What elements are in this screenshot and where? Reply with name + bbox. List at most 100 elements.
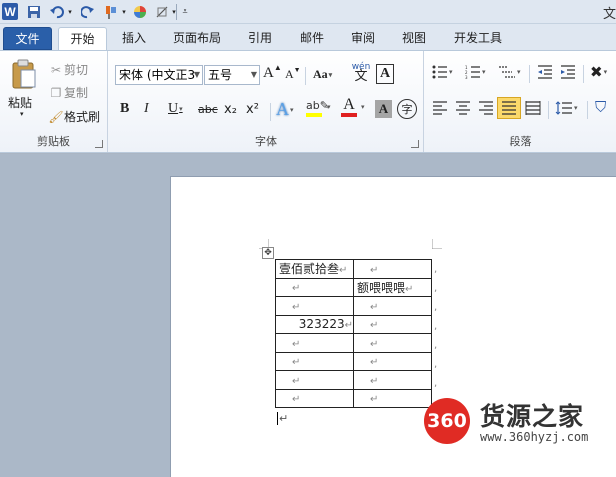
- font-color-button[interactable]: A: [341, 97, 357, 117]
- watermark: 360 货源之家 www.360hyzj.com: [424, 394, 616, 450]
- decrease-indent-button[interactable]: [537, 65, 553, 79]
- font-name-value: 宋体 (中文正3: [119, 68, 196, 82]
- table-move-handle-icon[interactable]: ✥: [262, 247, 274, 259]
- multilevel-list-button[interactable]: ▾: [498, 65, 521, 79]
- tab-review[interactable]: 审阅: [343, 27, 383, 50]
- paragraph-mark: ↵: [277, 412, 289, 425]
- clipboard-group: 粘贴 ▾ ✂ 剪切 ❐ 复制 🖌 格式刷 剪贴板: [0, 51, 108, 152]
- word-logo-icon[interactable]: W: [2, 3, 18, 20]
- save-icon[interactable]: [26, 3, 42, 20]
- text-effects-button[interactable]: A ▾: [276, 99, 294, 120]
- ribbon-tabs: 文件 开始 插入 页面布局 引用 邮件 审阅 视图 开发工具: [0, 24, 616, 50]
- cell-end-mark: ↵: [370, 375, 379, 387]
- tab-view[interactable]: 视图: [394, 27, 434, 50]
- copy-button[interactable]: ❐ 复制: [48, 84, 88, 101]
- numbering-button[interactable]: 1 2 3 ▾: [465, 65, 486, 79]
- table-cell[interactable]: ↵: [275, 370, 354, 390]
- customize-qat-icon[interactable]: ⩡: [180, 3, 190, 20]
- highlight-dropdown-icon[interactable]: ▾: [327, 103, 331, 111]
- line-spacing-button[interactable]: ▾: [555, 101, 578, 115]
- cell-end-mark: ↵: [370, 338, 379, 350]
- grow-font-button[interactable]: A ▲: [263, 63, 282, 82]
- undo-dropdown-icon[interactable]: ▾: [66, 3, 74, 20]
- tab-home[interactable]: 开始: [58, 27, 107, 50]
- cell-end-mark: ↵: [405, 283, 414, 295]
- table-cell[interactable]: ↵: [353, 370, 432, 390]
- paste-icon[interactable]: [8, 57, 40, 91]
- color-wheel-icon[interactable]: [132, 3, 148, 20]
- tab-file[interactable]: 文件: [3, 27, 52, 50]
- table-cell[interactable]: ↵: [275, 277, 354, 297]
- watermark-badge: 360: [424, 398, 470, 444]
- font-name-combo[interactable]: 宋体 (中文正3 ▼: [115, 65, 203, 85]
- char-border-button[interactable]: A: [376, 64, 394, 84]
- table-cell[interactable]: ↵: [275, 388, 354, 408]
- table-cell[interactable]: 壹佰贰拾叁↵: [275, 259, 354, 279]
- paste-dropdown-icon[interactable]: ▾: [20, 110, 24, 118]
- shrink-font-button[interactable]: A ▼: [285, 66, 301, 82]
- bullets-button[interactable]: ▾: [432, 65, 453, 79]
- paste-button-label[interactable]: 粘贴: [8, 94, 32, 111]
- format-icon[interactable]: [102, 3, 120, 20]
- change-case-button[interactable]: Aa ▾: [313, 67, 332, 82]
- table-cell[interactable]: ↵: [353, 259, 432, 279]
- tab-page-layout[interactable]: 页面布局: [165, 27, 229, 50]
- format-dropdown-icon[interactable]: ▾: [120, 3, 128, 20]
- text-effects-icon: A: [276, 99, 289, 119]
- superscript-button[interactable]: x²: [246, 102, 259, 117]
- underline-button[interactable]: U ▾: [168, 101, 183, 117]
- bold-button[interactable]: B: [120, 101, 129, 117]
- table-cell[interactable]: 323223↵: [275, 314, 354, 334]
- highlight-color-bar: [306, 113, 322, 117]
- cut-button[interactable]: ✂ 剪切: [48, 61, 88, 78]
- shading-button[interactable]: ⛉: [595, 98, 606, 116]
- table-cell[interactable]: ↵: [353, 388, 432, 408]
- clipboard-group-label: 剪贴板: [37, 135, 70, 148]
- align-center-button[interactable]: [455, 101, 471, 115]
- table-cell[interactable]: ↵: [353, 296, 432, 316]
- table-cell[interactable]: ↵: [353, 314, 432, 334]
- align-left-button[interactable]: [432, 101, 448, 115]
- subscript-button[interactable]: x₂: [224, 102, 237, 117]
- char-shading-button[interactable]: A: [375, 100, 392, 118]
- tab-mailings[interactable]: 邮件: [292, 27, 332, 50]
- table-cell[interactable]: ↵: [353, 351, 432, 371]
- table-cell[interactable]: ↵: [275, 296, 354, 316]
- font-launcher-icon[interactable]: [411, 140, 419, 148]
- clear-format-icon[interactable]: [154, 3, 170, 20]
- enclose-char-button[interactable]: 字: [397, 99, 417, 119]
- font-size-combo[interactable]: 五号 ▼: [204, 65, 260, 85]
- tab-references[interactable]: 引用: [240, 27, 280, 50]
- justify-button[interactable]: [497, 97, 521, 119]
- chevron-down-icon: ▼: [193, 70, 200, 79]
- paragraph-separator: [529, 65, 530, 83]
- table-cell[interactable]: ↵: [275, 333, 354, 353]
- format-painter-button[interactable]: 🖌 格式刷: [48, 108, 100, 125]
- cell-text: 323223: [298, 317, 345, 332]
- phonetic-guide-button[interactable]: wén 文: [351, 63, 371, 85]
- paint-bucket-icon: ⛉: [595, 98, 607, 116]
- redo-icon[interactable]: [80, 3, 96, 20]
- cut-label: 剪切: [64, 63, 89, 77]
- italic-button[interactable]: I: [144, 101, 149, 117]
- justify-icon: [502, 101, 516, 115]
- highlight-button[interactable]: ab✎: [306, 99, 329, 117]
- clipboard-launcher-icon[interactable]: [95, 140, 103, 148]
- bullets-icon: [432, 65, 447, 79]
- table-cell[interactable]: ↵: [353, 333, 432, 353]
- distributed-button[interactable]: [525, 101, 541, 115]
- table-cell[interactable]: 额喂喂喂↵: [353, 277, 432, 297]
- undo-icon[interactable]: [48, 3, 66, 20]
- table-cell[interactable]: ↵: [275, 351, 354, 371]
- tab-developer[interactable]: 开发工具: [446, 27, 510, 50]
- cell-end-mark: ↵: [339, 265, 348, 277]
- align-right-button[interactable]: [478, 101, 494, 115]
- cell-end-mark: ↵: [292, 357, 301, 369]
- tab-insert[interactable]: 插入: [112, 27, 156, 50]
- font-color-dropdown-icon[interactable]: ▾: [361, 103, 365, 111]
- change-case-icon: Aa: [313, 67, 328, 81]
- grow-font-icon: A: [263, 65, 274, 81]
- chinese-layout-button[interactable]: ✖ ▾: [590, 63, 607, 81]
- increase-indent-button[interactable]: [560, 65, 576, 79]
- strikethrough-button[interactable]: abc: [198, 103, 218, 116]
